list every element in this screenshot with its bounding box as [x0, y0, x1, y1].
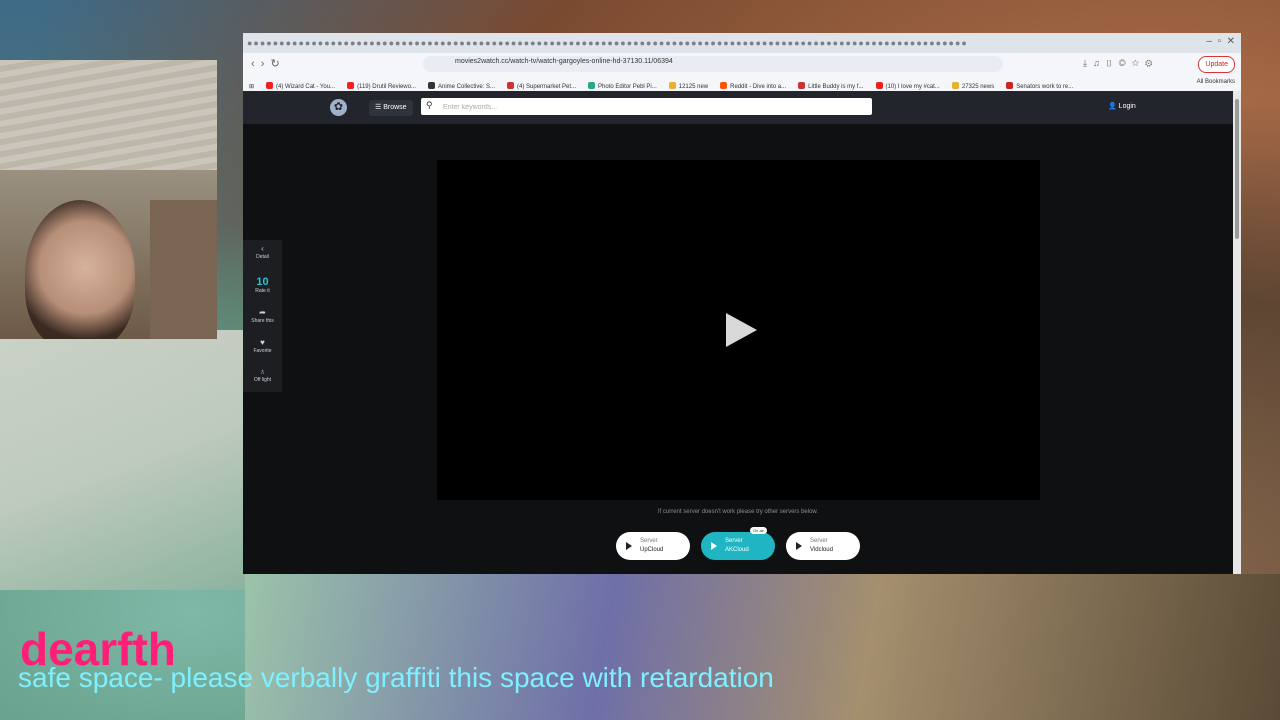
- share-label: Share this: [251, 318, 274, 324]
- tab-favicons[interactable]: ●●●●●●●●●●●●●●●●●●●●●●●●●●●●●●●●●●●●●●●●…: [247, 38, 1117, 48]
- bookmark-label: Photo Editor Pebl Pi...: [598, 84, 657, 90]
- favorite-button[interactable]: ♥ Favorite: [243, 338, 282, 354]
- server-name: AKCloud: [725, 547, 749, 553]
- bookmark-label: Anime Collective: S...: [437, 84, 496, 90]
- server-name: Vidcloud: [810, 547, 833, 553]
- chevron-left-icon: ‹: [261, 244, 264, 253]
- bookmark-favicon-icon: [668, 82, 676, 89]
- site-logo-icon[interactable]: ✿: [330, 99, 347, 116]
- server-upcloud-button[interactable]: Server UpCloud: [616, 532, 690, 560]
- background-wall: [0, 330, 245, 590]
- webcam-door: [150, 200, 217, 339]
- bookmark-item[interactable]: Reddit - Dive into a...: [720, 82, 786, 90]
- lightbulb-icon: ♁: [259, 367, 266, 376]
- bookmarks-bar: ⊞ (4) Wizard Cat - You... (119) Drutil Rev…: [243, 75, 1241, 92]
- toolbar-icons[interactable]: ⤓♫▯◎☆⚙: [1083, 58, 1158, 69]
- server-notice: If current server doesn't work please tr…: [657, 509, 819, 515]
- nav-buttons[interactable]: ‹ › ↻: [251, 57, 280, 70]
- site-header: ✿ ☰ Browse ⚲ 👤 Login: [243, 91, 1233, 124]
- bookmark-label: (10) I love my #cat...: [885, 84, 940, 90]
- bookmark-favicon-icon: [347, 82, 355, 89]
- bookmark-item[interactable]: 12125 new: [668, 82, 709, 90]
- bookmark-favicon-icon: [720, 82, 728, 89]
- server-label: Server: [640, 538, 658, 544]
- server-name: UpCloud: [640, 547, 664, 553]
- bookmark-label: (119) Drutil Reviewo...: [357, 84, 416, 90]
- play-icon: [711, 542, 717, 550]
- bookmark-item[interactable]: Little Buddy is my f...: [798, 82, 864, 90]
- video-player[interactable]: [437, 160, 1040, 500]
- bookmark-item[interactable]: Senators work to re...: [1006, 82, 1073, 90]
- bookmark-label: Senators work to re...: [1016, 84, 1074, 90]
- apps-grid-icon[interactable]: ⊞: [249, 83, 254, 90]
- bookmark-label: 12125 new: [678, 84, 709, 90]
- bookmark-favicon-icon: [798, 82, 806, 89]
- detail-button[interactable]: ‹ Detail: [243, 244, 282, 260]
- bookmark-favicon-icon: [875, 82, 883, 89]
- bookmark-item[interactable]: (119) Drutil Reviewo...: [347, 82, 416, 90]
- bookmark-favicon-icon: [588, 82, 596, 89]
- server-label: Server: [810, 538, 828, 544]
- rate-button[interactable]: 10 Rate it: [243, 276, 282, 294]
- stream-overlay-subtitle: safe space- please verbally graffiti thi…: [18, 662, 774, 693]
- webcam-feed: [0, 60, 217, 339]
- server-akcloud-button[interactable]: Server AKCloud On air: [701, 527, 775, 560]
- server-label: Server: [725, 538, 743, 544]
- share-button[interactable]: ➦ Share this: [243, 308, 282, 324]
- all-bookmarks-button[interactable]: All Bookmarks: [1197, 79, 1235, 85]
- webcam-ceiling: [0, 60, 217, 170]
- bookmark-favicon-icon: [507, 82, 515, 89]
- side-panel: ‹ Detail 10 Rate it ➦ Share this ♥ Favor…: [243, 240, 282, 392]
- bookmark-label: (4) Supermarket Pet...: [517, 84, 577, 90]
- bookmark-favicon-icon: [427, 82, 435, 89]
- play-icon: [626, 542, 632, 550]
- webcam-person: [25, 200, 135, 339]
- heart-icon: ♥: [260, 338, 265, 347]
- server-vidcloud-button[interactable]: Server Vidcloud: [786, 532, 860, 560]
- bookmark-label: (4) Wizard Cat - You...: [276, 84, 336, 90]
- page-scrollbar[interactable]: [1233, 91, 1241, 574]
- rate-label: Rate it: [255, 288, 270, 294]
- bookmark-favicon-icon: [951, 82, 959, 89]
- address-bar[interactable]: movies2watch.cc/watch-tv/watch-gargoyles…: [423, 56, 1003, 72]
- play-icon[interactable]: [726, 313, 757, 347]
- bookmark-item[interactable]: 27325 news: [951, 82, 995, 90]
- bookmark-item[interactable]: Photo Editor Pebl Pi...: [588, 82, 657, 90]
- bookmark-favicon-icon: [1006, 82, 1014, 89]
- bookmark-label: Little Buddy is my f...: [808, 84, 864, 90]
- login-button[interactable]: 👤 Login: [1108, 102, 1136, 110]
- bookmark-item[interactable]: (4) Supermarket Pet...: [507, 82, 576, 90]
- bookmark-item[interactable]: (4) Wizard Cat - You...: [266, 82, 335, 90]
- search-input[interactable]: [441, 99, 865, 115]
- update-button[interactable]: Update: [1198, 56, 1235, 73]
- favorite-label: Favorite: [253, 348, 272, 354]
- bookmark-favicon-icon: [266, 82, 274, 89]
- bookmark-label: 27325 news: [961, 84, 995, 90]
- search-box: ⚲: [421, 98, 872, 115]
- window-controls[interactable]: – ▫ ✕: [1206, 36, 1235, 47]
- browse-button[interactable]: ☰ Browse: [369, 100, 413, 116]
- scrollbar-thumb[interactable]: [1235, 99, 1239, 239]
- tab-strip[interactable]: ●●●●●●●●●●●●●●●●●●●●●●●●●●●●●●●●●●●●●●●●…: [243, 33, 1241, 53]
- background-artwork: [245, 574, 1280, 720]
- offlight-label: Off light: [253, 377, 272, 383]
- server-badge: On air: [750, 527, 767, 534]
- login-label: Login: [1118, 103, 1136, 110]
- site-page: ✿ ☰ Browse ⚲ 👤 Login ‹ Detail 10 Rate it…: [243, 91, 1233, 574]
- browse-label: Browse: [383, 104, 407, 111]
- play-icon: [796, 542, 802, 550]
- bookmark-item[interactable]: (10) I love my #cat...: [875, 82, 940, 90]
- detail-label: Detail: [256, 254, 269, 260]
- rating-value: 10: [256, 276, 269, 288]
- browser-window: ●●●●●●●●●●●●●●●●●●●●●●●●●●●●●●●●●●●●●●●●…: [243, 33, 1241, 574]
- address-url: movies2watch.cc/watch-tv/watch-gargoyles…: [455, 58, 673, 65]
- browser-toolbar: ‹ › ↻ movies2watch.cc/watch-tv/watch-gar…: [243, 53, 1241, 75]
- search-icon: ⚲: [426, 100, 433, 110]
- offlight-button[interactable]: ♁ Off light: [243, 367, 282, 383]
- bookmark-item[interactable]: Anime Collective: S...: [427, 82, 496, 90]
- share-icon: ➦: [259, 308, 266, 317]
- bookmark-label: Reddit - Dive into a...: [730, 84, 787, 90]
